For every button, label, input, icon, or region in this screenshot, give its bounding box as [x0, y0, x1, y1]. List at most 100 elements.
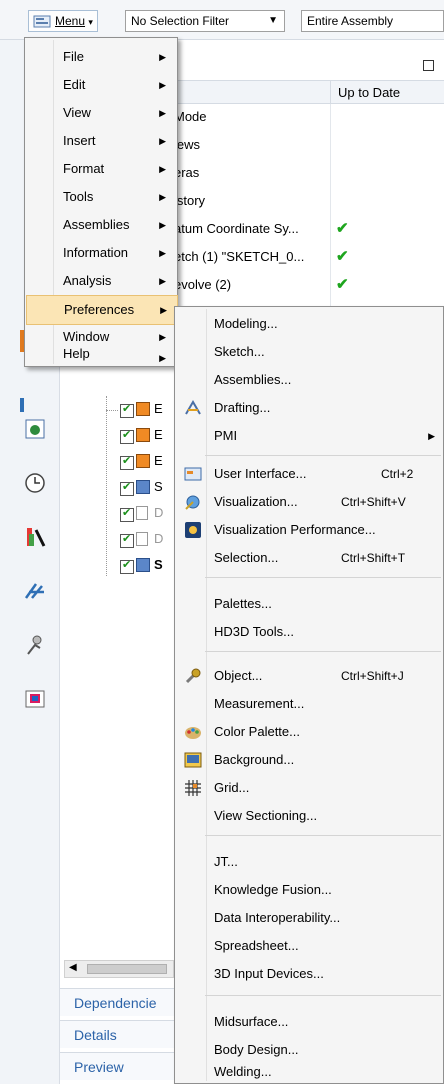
- menu-item-preferences[interactable]: Preferences ▶: [26, 295, 178, 325]
- tree-node-label[interactable]: E: [154, 427, 163, 442]
- hd3d-tools-icon[interactable]: [24, 580, 46, 602]
- system-materials-icon[interactable]: [24, 688, 46, 710]
- scrollbar-thumb[interactable]: [87, 964, 167, 974]
- tree-node-label[interactable]: Mode: [174, 109, 207, 124]
- chevron-down-icon: ▾: [88, 17, 93, 27]
- visualization-performance-icon: [185, 522, 201, 538]
- submenu-arrow-icon: ▶: [428, 431, 435, 441]
- visibility-checkbox[interactable]: [120, 558, 134, 574]
- tree-node-label[interactable]: D: [154, 531, 163, 546]
- history-clock-icon[interactable]: [24, 472, 46, 494]
- tree-node-label[interactable]: E: [154, 401, 163, 416]
- menu-item-palettes[interactable]: Palettes...: [175, 590, 443, 618]
- submenu-arrow-icon: ▶: [160, 305, 167, 315]
- tree-node-label[interactable]: E: [154, 453, 163, 468]
- menu-button[interactable]: Menu ▾: [28, 10, 98, 32]
- menu-item-visualization[interactable]: Visualization... Ctrl+Shift+V: [175, 488, 443, 516]
- menu-item-edit[interactable]: Edit ▶: [26, 71, 176, 99]
- menu-item-window[interactable]: Window ▶: [26, 323, 176, 351]
- menu-item-insert[interactable]: Insert ▶: [26, 127, 176, 155]
- resource-indicator-blue: [20, 398, 24, 412]
- menu-item-assemblies[interactable]: Assemblies...: [175, 366, 443, 394]
- menu-item-measurement[interactable]: Measurement...: [175, 690, 443, 718]
- submenu-arrow-icon: ▶: [159, 108, 166, 118]
- menu-item-label: HD3D Tools...: [214, 624, 294, 639]
- up-to-date-check-icon: ✔: [336, 276, 349, 293]
- tree-node-label[interactable]: S: [154, 479, 163, 494]
- visibility-checkbox[interactable]: [120, 454, 134, 470]
- menu-item-user-interface[interactable]: User Interface... Ctrl+2: [175, 460, 443, 488]
- menu-item-color-palette[interactable]: Color Palette...: [175, 718, 443, 746]
- maximize-icon[interactable]: [423, 60, 434, 71]
- submenu-arrow-icon: ▶: [159, 332, 166, 342]
- menu-item-label: Information: [63, 245, 129, 260]
- menu-item-format[interactable]: Format ▶: [26, 155, 176, 183]
- menu-item-drafting[interactable]: Drafting...: [175, 394, 443, 422]
- visibility-checkbox[interactable]: [120, 402, 134, 418]
- chevron-down-icon: ▼: [268, 15, 278, 26]
- menu-item-hd3d-tools[interactable]: HD3D Tools...: [175, 618, 443, 646]
- scroll-left-icon[interactable]: ◀: [69, 962, 77, 973]
- tree-node-label[interactable]: atum Coordinate Sy...: [174, 221, 326, 236]
- menu-item-body-design[interactable]: Body Design...: [175, 1036, 443, 1064]
- tree-node-label[interactable]: evolve (2): [174, 277, 231, 292]
- menu-item-visualization-performance[interactable]: Visualization Performance...: [175, 516, 443, 544]
- menu-item-jt[interactable]: JT...: [175, 848, 443, 876]
- menu-item-file[interactable]: File ▶: [26, 43, 176, 71]
- tree-node-label[interactable]: istory: [174, 193, 205, 208]
- visibility-checkbox[interactable]: [120, 506, 134, 522]
- menu-item-label: Measurement...: [214, 696, 305, 711]
- menu-item-background[interactable]: Background...: [175, 746, 443, 774]
- menu-item-sketch[interactable]: Sketch...: [175, 338, 443, 366]
- menu-item-data-interoperability[interactable]: Data Interoperability...: [175, 904, 443, 932]
- menu-item-welding[interactable]: Welding...: [175, 1062, 443, 1082]
- menu-item-modeling[interactable]: Modeling...: [175, 310, 443, 338]
- selection-filter-value: No Selection Filter: [131, 14, 230, 28]
- tab-dependencies[interactable]: Dependencie: [60, 988, 180, 1016]
- component-icon: [136, 428, 150, 442]
- menu-item-label: Palettes...: [214, 596, 272, 611]
- submenu-arrow-icon: ▶: [159, 220, 166, 230]
- assembly-scope-dropdown[interactable]: Entire Assembly: [301, 10, 444, 32]
- menu-item-pmi[interactable]: PMI ▶: [175, 422, 443, 450]
- tab-details[interactable]: Details: [60, 1020, 180, 1048]
- menu-item-analysis[interactable]: Analysis ▶: [26, 267, 176, 295]
- preferences-submenu: Modeling... Sketch... Assemblies... Draf…: [174, 306, 444, 1084]
- menu-item-assemblies[interactable]: Assemblies ▶: [26, 211, 176, 239]
- menu-item-object[interactable]: Object... Ctrl+Shift+J: [175, 662, 443, 690]
- assembly-icon: [136, 480, 150, 494]
- tab-label: Details: [74, 1027, 117, 1043]
- menu-item-spreadsheet[interactable]: Spreadsheet...: [175, 932, 443, 960]
- menu-item-label: Edit: [63, 77, 86, 92]
- tree-node-label[interactable]: D: [154, 505, 163, 520]
- tab-preview[interactable]: Preview: [60, 1052, 180, 1080]
- menu-item-selection[interactable]: Selection... Ctrl+Shift+T: [175, 544, 443, 572]
- horizontal-scrollbar[interactable]: ◀: [64, 960, 174, 978]
- menu-separator: [205, 995, 441, 996]
- menu-item-label: Help: [63, 346, 90, 361]
- menu-item-label: Drafting...: [214, 400, 271, 415]
- menu-item-midsurface[interactable]: Midsurface...: [175, 1008, 443, 1036]
- web-browser-icon[interactable]: [24, 418, 46, 440]
- menu-item-grid[interactable]: Grid...: [175, 774, 443, 802]
- visibility-checkbox[interactable]: [120, 480, 134, 496]
- assembly-tree: E E E S D D S: [100, 396, 174, 586]
- visualization-icon: [185, 495, 200, 510]
- menu-item-information[interactable]: Information ▶: [26, 239, 176, 267]
- roles-icon[interactable]: [24, 634, 46, 656]
- menu-separator: [205, 577, 441, 578]
- menu-item-3d-input-devices[interactable]: 3D Input Devices...: [175, 960, 443, 988]
- visibility-checkbox[interactable]: [120, 428, 134, 444]
- menu-item-help[interactable]: Help ▶: [26, 347, 176, 365]
- menu-item-label: Knowledge Fusion...: [214, 882, 332, 897]
- selection-filter-dropdown[interactable]: No Selection Filter ▼: [125, 10, 285, 32]
- menu-item-view[interactable]: View ▶: [26, 99, 176, 127]
- tree-node-label[interactable]: S: [154, 557, 163, 572]
- top-toolbar: Menu ▾ No Selection Filter ▼ Entire Asse…: [0, 0, 444, 40]
- tree-node-label[interactable]: etch (1) "SKETCH_0...: [174, 249, 326, 264]
- visibility-checkbox[interactable]: [120, 532, 134, 548]
- menu-item-knowledge-fusion[interactable]: Knowledge Fusion...: [175, 876, 443, 904]
- reuse-library-icon[interactable]: [24, 526, 46, 548]
- menu-item-view-sectioning[interactable]: View Sectioning...: [175, 802, 443, 830]
- menu-item-tools[interactable]: Tools ▶: [26, 183, 176, 211]
